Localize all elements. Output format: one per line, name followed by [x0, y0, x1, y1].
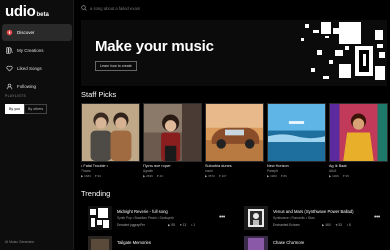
song-artist: Atlo3 [329, 169, 337, 173]
sidebar-item-liked-songs[interactable]: Liked Songs [2, 60, 72, 77]
song-artist: nouin [205, 169, 213, 173]
song-stats: ▶ 460 ♥ 53 • 8 [322, 223, 351, 227]
song-thumbnail [81, 103, 140, 162]
play-count: ▶ 2639 [143, 174, 153, 178]
song-thumbnail [267, 103, 326, 162]
like-count: ♥ 107 [218, 174, 227, 178]
song-card[interactable]: Пусть все горит Agrafin ▶ 2639 ♥ 43 [143, 103, 202, 178]
heart-icon [5, 65, 13, 73]
sidebar-item-my-creations[interactable]: My Creations [2, 42, 72, 59]
song-thumbnail [88, 236, 112, 250]
learn-how-button[interactable]: Learn how to create [95, 61, 137, 71]
song-thumbnail [244, 206, 268, 230]
song-artist: Dreaded pggrapPer [117, 223, 145, 227]
play-count: ▶ 1684 [81, 174, 91, 178]
song-title: Tailgate Memories [117, 240, 151, 245]
more-options-icon[interactable]: ••• [374, 214, 380, 221]
staff-picks-row: • Fatal Trouble • Thaxia ▶ 1684 ♥ 93 Пус… [81, 103, 389, 181]
song-artist: Paneplt [267, 169, 278, 173]
search-bar [81, 3, 241, 13]
song-card[interactable]: Ag Ik Baat Atlo3 ▶ 1909 ♥ 95 [329, 103, 388, 178]
sidebar-item-following[interactable]: Following [2, 78, 72, 95]
song-title: Suburbia dunes [205, 164, 232, 168]
song-card[interactable]: Suburbia dunes nouin ▶ 3572 ♥ 107 [205, 103, 264, 178]
more-options-icon[interactable]: ••• [219, 214, 225, 221]
play-count: ▶ 95 [168, 223, 175, 227]
beta-badge: beta [36, 12, 49, 18]
staff-picks-heading: Staff Picks [81, 90, 117, 99]
tab-by-others[interactable]: By others [24, 104, 48, 114]
song-title: Пусть все горит [143, 164, 171, 168]
song-card[interactable]: New Horizon Paneplt ▶ 1900 ♥ 86 [267, 103, 326, 178]
hero-pixel-art [301, 22, 385, 80]
trending-heading: Trending [81, 189, 111, 198]
trending-row[interactable]: Chase Cha'more [244, 236, 389, 250]
song-title: • Fatal Trouble • [81, 164, 108, 168]
song-title: Ag Ik Baat [329, 164, 347, 168]
comment-count: • 8 [347, 223, 351, 227]
trending-row[interactable]: Venus and Mars (Synthwave Power Ballad) … [244, 206, 389, 232]
song-thumbnail [244, 236, 268, 250]
like-count: ♥ 43 [156, 174, 163, 178]
sidebar-item-label: Discover [17, 30, 35, 35]
sidebar-item-label: Liked Songs [17, 66, 42, 71]
song-title: Venus and Mars (Synthwave Power Ballad) [273, 209, 354, 214]
sidebar-nav: Discover My Creations Liked Songs Follow… [2, 24, 72, 96]
sidebar-item-label: Following [17, 84, 37, 89]
play-count: ▶ 3572 [205, 174, 215, 178]
compass-icon [5, 29, 13, 37]
library-icon [5, 47, 13, 55]
song-artist: Enchanted Echoes [273, 223, 300, 227]
song-stats: ▶ 3572 ♥ 107 [205, 174, 264, 178]
song-stats: ▶ 2639 ♥ 43 [143, 174, 202, 178]
search-input[interactable] [90, 5, 230, 11]
logo-wordmark: udio [5, 3, 36, 20]
like-count: ♥ 95 [342, 174, 349, 178]
sidebar-footer-text: AI Music Generator [5, 240, 35, 244]
like-count: ♥ 93 [94, 174, 101, 178]
song-tags: Synthwave • Romantic • Slow [273, 216, 315, 220]
song-thumbnail [88, 206, 112, 230]
song-thumbnail [329, 103, 388, 162]
play-count: ▶ 460 [322, 223, 331, 227]
song-tags: Synth Pop • Brazilian Phonk • Darksynth [117, 216, 174, 220]
hero-banner: Make your music Learn how to create [81, 20, 387, 86]
playlists-heading: PLAYLISTS [5, 94, 27, 98]
person-icon [5, 83, 13, 91]
song-artist: Thaxia [81, 169, 91, 173]
play-count: ▶ 1900 [267, 174, 277, 178]
like-count: ♥ 53 [335, 223, 342, 227]
hero-title: Make your music [95, 38, 214, 55]
playlist-tabs: By you By others [5, 104, 48, 114]
like-count: ♥ 13 [179, 223, 187, 227]
song-title: Chase Cha'more [273, 240, 305, 245]
sidebar-item-discover[interactable]: Discover [2, 24, 72, 41]
song-stats: ▶ 1684 ♥ 93 [81, 174, 140, 178]
sidebar: udio beta Discover My Creations Liked So… [0, 0, 74, 250]
song-thumbnail [205, 103, 264, 162]
udio-logo[interactable]: udio beta [5, 3, 49, 20]
song-card[interactable]: • Fatal Trouble • Thaxia ▶ 1684 ♥ 93 [81, 103, 140, 178]
song-stats: ▶ 1909 ♥ 95 [329, 174, 388, 178]
song-title: New Horizon [267, 164, 289, 168]
search-icon [81, 5, 87, 11]
comment-count: • 1 [191, 223, 196, 227]
tab-by-you[interactable]: By you [5, 104, 24, 114]
song-artist: Agrafin [143, 169, 154, 173]
like-count: ♥ 86 [280, 174, 287, 178]
song-title: Midnight Reverie - full song [117, 209, 168, 214]
song-stats: ▶ 1900 ♥ 86 [267, 174, 326, 178]
song-stats: ▶ 95 ♥ 13 • 1 [168, 223, 195, 227]
sidebar-item-label: My Creations [17, 48, 44, 53]
song-thumbnail [143, 103, 202, 162]
play-count: ▶ 1909 [329, 174, 339, 178]
